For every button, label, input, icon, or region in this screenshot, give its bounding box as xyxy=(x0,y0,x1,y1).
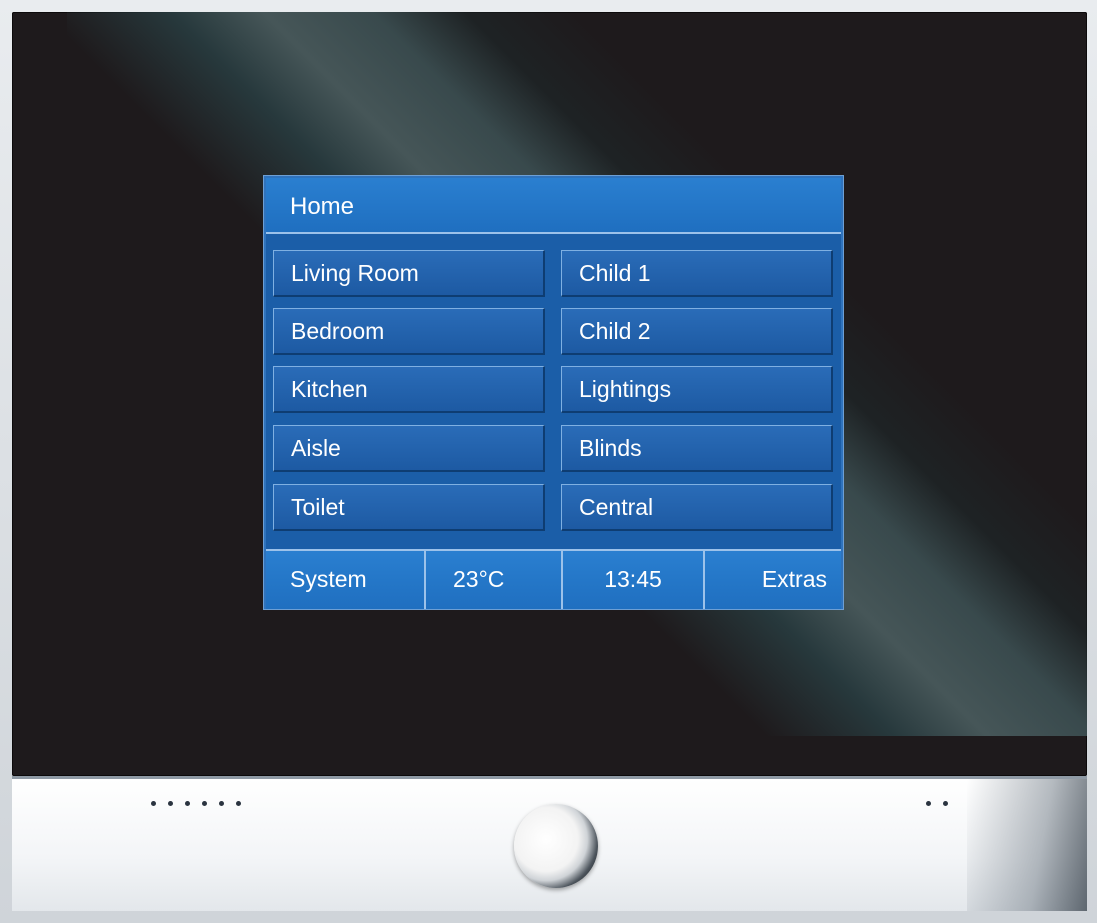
room-button-child-1[interactable]: Child 1 xyxy=(561,250,833,297)
system-button[interactable]: System xyxy=(266,551,424,609)
time-readout: 13:45 xyxy=(604,566,662,592)
room-button-bedroom[interactable]: Bedroom xyxy=(273,308,545,355)
indicator-dot-icon xyxy=(168,801,173,806)
indicator-dots-right-icon xyxy=(926,801,948,806)
status-footer: System 23°C 13:45 Extras xyxy=(266,549,841,609)
indicator-dot-icon xyxy=(219,801,224,806)
indicator-dot-icon xyxy=(926,801,931,806)
room-button-aisle[interactable]: Aisle xyxy=(273,425,545,472)
temperature-readout: 23°C xyxy=(453,566,505,592)
room-button-kitchen[interactable]: Kitchen xyxy=(273,366,545,413)
function-button-central[interactable]: Central xyxy=(561,484,833,531)
function-button-blinds[interactable]: Blinds xyxy=(561,425,833,472)
control-knob-icon[interactable] xyxy=(514,804,598,888)
room-button-child-2[interactable]: Child 2 xyxy=(561,308,833,355)
indicator-dot-icon xyxy=(943,801,948,806)
extras-button[interactable]: Extras xyxy=(705,551,841,609)
wall-control-device: Home Living Room Bedroom Kitchen Aisle T… xyxy=(0,0,1097,923)
room-button-living-room[interactable]: Living Room xyxy=(273,250,545,297)
indicator-dots-left-icon xyxy=(151,801,241,806)
room-button-toilet[interactable]: Toilet xyxy=(273,484,545,531)
screen-title: Home xyxy=(290,193,355,220)
indicator-dot-icon xyxy=(202,801,207,806)
panel-shading xyxy=(967,779,1087,911)
indicator-dot-icon xyxy=(151,801,156,806)
indicator-dot-icon xyxy=(185,801,190,806)
indicator-dot-icon xyxy=(236,801,241,806)
touch-screen: Home Living Room Bedroom Kitchen Aisle T… xyxy=(264,176,843,609)
screen-header: Home xyxy=(266,178,841,234)
function-button-lightings[interactable]: Lightings xyxy=(561,366,833,413)
